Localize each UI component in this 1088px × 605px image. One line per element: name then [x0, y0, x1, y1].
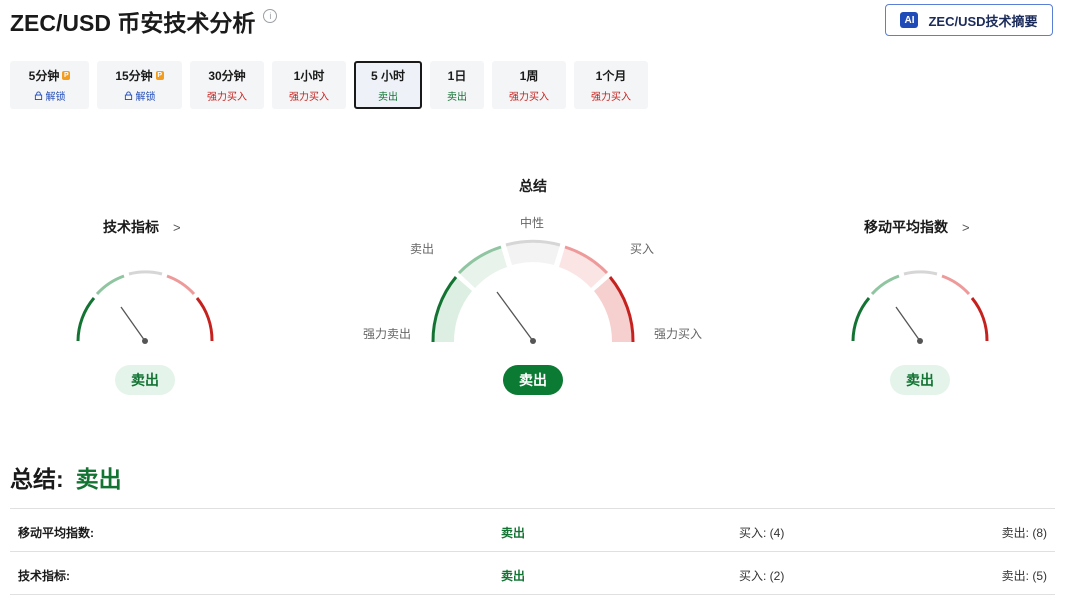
tab-30min[interactable]: 30分钟 强力买入 — [190, 61, 264, 109]
gauge-pivot — [530, 338, 536, 344]
gauge-arc-buy — [941, 274, 971, 296]
ma-gauge — [851, 270, 989, 344]
pro-icon: P — [155, 71, 164, 80]
tech-gauge — [76, 270, 214, 344]
summary-table: 移动平均指数: 卖出 买入: (4) 卖出: (8) 技术指标: 卖出 买入: … — [10, 508, 1055, 595]
summary-value: 卖出 — [75, 466, 122, 492]
row-name: 移动平均指数: — [18, 526, 94, 540]
gauge-arc-strong-buy — [195, 297, 214, 342]
gauge-arc-sell — [95, 274, 125, 296]
ai-summary-label: ZEC/USD技术摘要 — [928, 13, 1038, 29]
row-buy-count: 买入: (2) — [739, 569, 785, 583]
ma-gauge-title[interactable]: 移动平均指数 > — [864, 217, 970, 237]
gauge-arc-strong-sell — [851, 297, 871, 342]
gauge-needle — [496, 291, 534, 342]
summary-label: 总结: — [10, 466, 64, 492]
chevron-right-icon: > — [962, 219, 970, 235]
tab-label: 15分钟 — [115, 69, 153, 83]
tech-gauge-title-text: 技术指标 — [103, 219, 159, 235]
tab-label: 30分钟 — [208, 69, 246, 83]
row-sell-count: 卖出: (5) — [1001, 569, 1047, 583]
tab-1h[interactable]: 1小时 强力买入 — [272, 61, 346, 109]
timeframe-tabs: 5分钟 P 解锁 15分钟 P 解锁 30分钟 强力买入 1小时 强力买入 5 小时… — [0, 61, 1088, 109]
tab-status: 强力买入 — [591, 92, 631, 103]
tab-label: 5分钟 — [28, 69, 60, 83]
tab-status: 强力买入 — [289, 92, 329, 103]
summary-gauge — [431, 239, 635, 344]
tab-1d[interactable]: 1日 卖出 — [430, 61, 484, 109]
tech-gauge-title[interactable]: 技术指标 > — [103, 217, 181, 237]
summary-result-badge: 卖出 — [503, 365, 563, 395]
gauge-needle — [895, 306, 921, 342]
tab-status: 解锁 — [45, 92, 66, 103]
tab-label: 1周 — [519, 69, 539, 83]
summary-heading: 总结: 卖出 — [10, 460, 122, 494]
tech-result-badge: 卖出 — [115, 365, 175, 395]
tab-label: 1小时 — [293, 69, 325, 83]
row-signal: 卖出 — [501, 526, 526, 540]
gauge-arc-buy — [166, 274, 196, 296]
tab-status: 解锁 — [135, 92, 156, 103]
gauge-arc-strong-buy — [970, 297, 989, 342]
ai-icon: AI — [900, 12, 919, 28]
page-title-text: ZEC/USD 币安技术分析 — [10, 10, 256, 36]
row-buy-count: 买入: (4) — [739, 526, 785, 540]
tab-1m[interactable]: 1个月 强力买入 — [574, 61, 648, 109]
gauge-band-neutral — [506, 241, 560, 265]
tab-status: 卖出 — [378, 92, 398, 103]
tab-status: 强力买入 — [207, 92, 247, 103]
table-row: 技术指标: 卖出 买入: (2) 卖出: (5) — [10, 551, 1055, 595]
gauge-arc-neutral — [128, 270, 163, 276]
pro-icon: P — [62, 71, 71, 80]
tab-status: 卖出 — [447, 92, 467, 103]
chevron-right-icon: > — [173, 219, 181, 235]
row-sell-count: 卖出: (8) — [1001, 526, 1047, 540]
info-icon[interactable]: i — [263, 9, 278, 23]
tab-1w[interactable]: 1周 强力买入 — [492, 61, 566, 109]
lock-icon — [124, 91, 132, 100]
ma-gauge-title-text: 移动平均指数 — [864, 219, 948, 235]
gauge-needle — [120, 306, 146, 342]
ma-result-badge: 卖出 — [890, 365, 950, 395]
tab-label: 1日 — [447, 69, 467, 83]
gauge-label-neutral: 中性 — [520, 216, 545, 230]
gauge-arc-strong-sell — [76, 297, 96, 342]
tab-label: 5 小时 — [370, 69, 405, 83]
ai-summary-button[interactable]: AI ZEC/USD技术摘要 — [885, 4, 1053, 36]
page-title: ZEC/USD 币安技术分析 i — [10, 4, 278, 38]
gauge-pivot — [142, 338, 148, 344]
tab-status: 强力买入 — [509, 92, 549, 103]
gauge-arc-neutral — [903, 270, 938, 276]
gauge-pivot — [917, 338, 923, 344]
summary-gauge-title: 总结 — [519, 178, 547, 194]
gauge-arc-sell — [870, 274, 900, 296]
lock-icon — [34, 91, 42, 100]
tab-label: 1个月 — [595, 69, 627, 83]
gauge-label-strong-sell: 强力卖出 — [363, 327, 412, 341]
tab-15min[interactable]: 15分钟 P 解锁 — [97, 61, 182, 109]
tab-5h[interactable]: 5 小时 卖出 — [354, 61, 422, 109]
gauge-label-strong-buy: 强力买入 — [654, 327, 703, 341]
tab-5min[interactable]: 5分钟 P 解锁 — [10, 61, 89, 109]
row-signal: 卖出 — [501, 569, 526, 583]
row-name: 技术指标: — [18, 569, 70, 583]
table-row: 移动平均指数: 卖出 买入: (4) 卖出: (8) — [10, 508, 1055, 551]
